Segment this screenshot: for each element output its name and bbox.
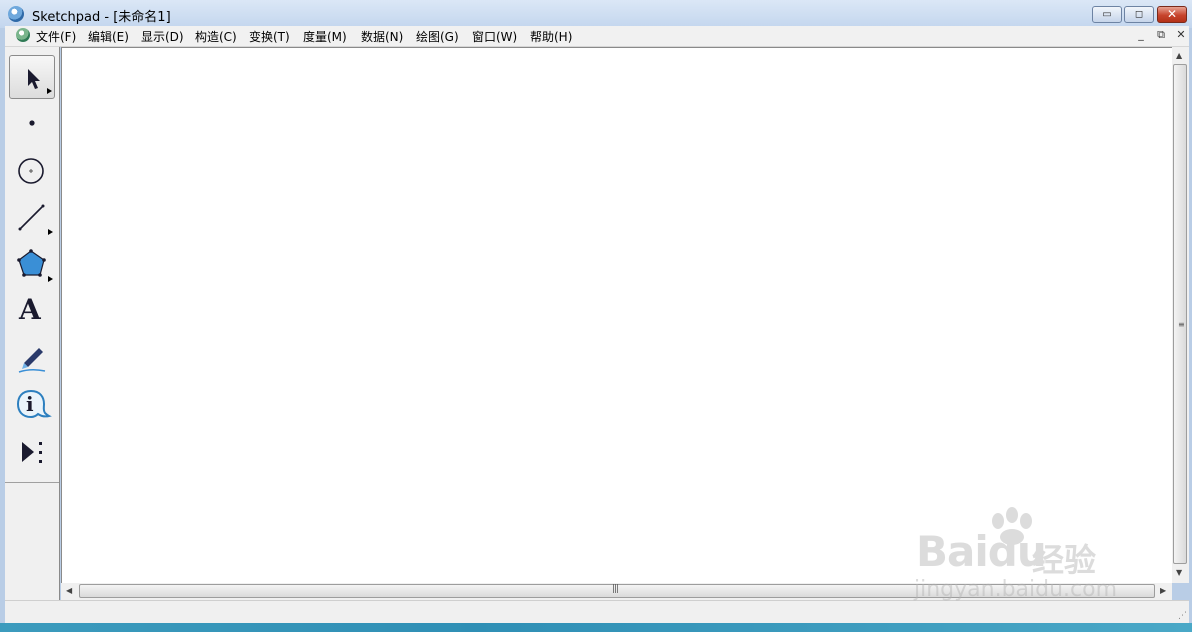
menu-data[interactable]: 数据(N) (361, 28, 403, 45)
toolbox: A i (5, 47, 60, 600)
doc-minimize-button[interactable]: _ (1133, 28, 1149, 42)
watermark-url: jingyan.baidu.com (914, 577, 1118, 602)
sketch-canvas[interactable] (61, 47, 1172, 584)
menu-graph[interactable]: 绘图(G) (416, 28, 459, 45)
doc-close-button[interactable]: ✕ (1173, 28, 1189, 42)
document-title: - [未命名1] (100, 10, 171, 25)
maximize-button[interactable]: ◻ (1124, 6, 1154, 23)
watermark-jingyan: 经验 (1032, 541, 1097, 579)
app-name: Sketchpad (32, 10, 101, 25)
scroll-left-icon[interactable]: ◀ (66, 586, 72, 595)
submenu-triangle-icon (48, 276, 53, 282)
vertical-scrollbar[interactable]: ▲ ≡ ▼ (1172, 47, 1189, 583)
menu-transform[interactable]: 变换(T) (249, 28, 290, 45)
os-taskbar (0, 623, 1192, 632)
scroll-up-icon[interactable]: ▲ (1176, 51, 1182, 60)
minimize-icon: ▭ (1102, 9, 1112, 20)
grip-icon: ≡ (1178, 320, 1185, 329)
menu-window[interactable]: 窗口(W) (472, 28, 517, 45)
close-button[interactable]: ✕ (1157, 6, 1187, 23)
selection-arrow-tool[interactable] (9, 55, 55, 99)
minimize-button[interactable]: ▭ (1092, 6, 1122, 23)
information-tool[interactable]: i (9, 383, 55, 427)
maximize-icon: ◻ (1134, 9, 1144, 20)
custom-tools-icon (22, 442, 42, 463)
title-bar: Sketchpad - [未命名1] ▭ ◻ ✕ (0, 0, 1192, 28)
text-a-icon: A (19, 293, 41, 326)
menu-construct[interactable]: 构造(C) (195, 28, 237, 45)
menu-bar: 文件(F) 编辑(E) 显示(D) 构造(C) 变换(T) 度量(M) 数据(N… (5, 26, 1189, 47)
sketchpad-app-icon[interactable] (8, 6, 24, 22)
marker-pen-icon (18, 348, 46, 373)
info-i-glyph: i (26, 392, 34, 416)
menu-display[interactable]: 显示(D) (141, 28, 184, 45)
scroll-down-icon[interactable]: ▼ (1176, 568, 1182, 577)
point-tool[interactable] (9, 101, 55, 145)
compass-circle-icon (18, 158, 44, 184)
close-icon: ✕ (1166, 7, 1178, 21)
point-icon (29, 120, 35, 126)
resize-grip-icon[interactable]: ⋰ (1178, 611, 1187, 621)
toolbox-divider (5, 482, 59, 483)
submenu-triangle-icon (47, 88, 52, 94)
menu-help[interactable]: 帮助(H) (530, 28, 572, 45)
scroll-right-icon[interactable]: ▶ (1160, 586, 1166, 595)
grip-icon: ||| (612, 584, 619, 594)
menu-edit[interactable]: 编辑(E) (88, 28, 129, 45)
menu-file[interactable]: 文件(F) (36, 28, 76, 45)
document-icon[interactable] (16, 28, 30, 42)
marker-tool[interactable] (9, 336, 55, 380)
menu-measure[interactable]: 度量(M) (303, 28, 347, 45)
baidu-watermark: Baidu 经验 jingyan.baidu.com (908, 505, 1138, 605)
polygon-tool[interactable] (9, 242, 55, 286)
compass-tool[interactable] (9, 148, 55, 192)
window-title: Sketchpad - [未命名1] (32, 6, 171, 25)
straightedge-tool[interactable] (9, 195, 55, 239)
doc-restore-button[interactable]: ⧉ (1153, 28, 1169, 42)
vertical-scroll-thumb[interactable]: ≡ (1173, 64, 1187, 564)
text-tool[interactable]: A (9, 289, 55, 333)
submenu-triangle-icon (48, 229, 53, 235)
watermark-brand: Baidu (916, 527, 1047, 576)
custom-tools[interactable] (9, 430, 55, 474)
